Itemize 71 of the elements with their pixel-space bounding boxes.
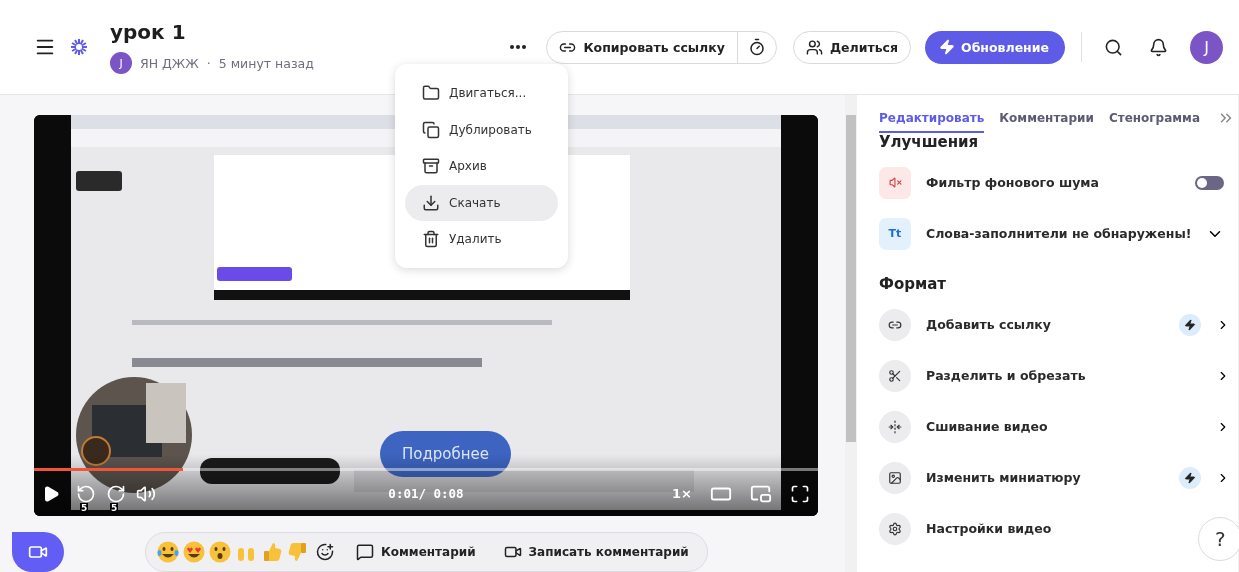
play-button[interactable] [42, 484, 60, 503]
skip-seconds: 5 [80, 502, 89, 513]
fullscreen-icon [790, 483, 810, 504]
record-button[interactable] [12, 532, 64, 572]
toggle-switch[interactable] [1195, 175, 1225, 190]
sidebar-tab[interactable]: Комментарии [999, 107, 1094, 133]
help-button[interactable]: ? [1198, 517, 1239, 561]
item-label[interactable]: Слова-заполнители не обнаружены! [926, 226, 1192, 241]
item-label[interactable]: Разделить и обрезать [926, 368, 1086, 383]
people-icon [805, 38, 823, 56]
volume-button[interactable] [136, 483, 156, 504]
author-name: ЯН ДЖЖ [140, 55, 199, 71]
trash-icon [422, 230, 440, 249]
folder-icon [422, 84, 440, 103]
item-label[interactable]: Настройки видео [926, 521, 1052, 536]
author-avatar: J [110, 52, 132, 74]
scrollbar[interactable] [845, 95, 857, 572]
section-title: Улучшения [879, 133, 980, 151]
playback-time: 0:01/ 0:08 [388, 486, 464, 501]
menu-item[interactable]: Дублировать [405, 111, 558, 148]
progress-track[interactable] [34, 468, 818, 471]
mute-icon [879, 166, 911, 199]
surprised-emoji-icon[interactable] [208, 540, 232, 564]
comment-button[interactable]: Комментарий [352, 541, 480, 563]
add-emoji-icon [316, 543, 334, 561]
upgrade-button[interactable]: Обновление [925, 30, 1065, 64]
stopwatch-icon [747, 38, 766, 56]
section-title: Формат [879, 275, 947, 293]
forward-button[interactable]: 5 [106, 483, 126, 513]
heart-eyes-emoji-icon[interactable] [182, 540, 206, 564]
sidebar-tab[interactable]: Стенограмма [1108, 107, 1200, 133]
sidebar-tab[interactable]: Редактировать [879, 107, 985, 133]
link-icon [879, 308, 911, 341]
rewind-button[interactable]: 5 [76, 483, 96, 513]
settings-icon [879, 512, 911, 545]
copy-link-button[interactable]: Копировать ссылку [547, 31, 737, 63]
rewind-icon [76, 483, 96, 504]
skip-seconds: 5 [110, 502, 119, 513]
timestamp: 5 минут назад [218, 55, 314, 71]
fullscreen-button[interactable] [790, 483, 810, 504]
menu-item[interactable]: Архив [405, 148, 558, 185]
item-label[interactable]: Сшивание видео [926, 419, 1048, 434]
menu-item[interactable]: Двигаться... [405, 75, 558, 112]
archive-icon [422, 157, 440, 176]
download-icon [422, 193, 440, 212]
menu-item[interactable]: Скачать [405, 184, 558, 221]
item-label[interactable]: Изменить миниатюру [926, 470, 1081, 485]
menu-item[interactable]: Удалить [405, 221, 558, 258]
text-icon: Tt [879, 217, 911, 250]
copy-icon [422, 120, 440, 139]
logo-icon[interactable] [70, 38, 88, 56]
forward-icon [106, 483, 126, 504]
share-button[interactable]: Делиться [792, 30, 911, 64]
stitch-icon [879, 410, 911, 443]
lightning-icon [939, 39, 955, 55]
volume-icon [136, 483, 156, 504]
speech-bubble-icon [356, 543, 374, 561]
scissors-icon [879, 359, 911, 392]
user-avatar[interactable]: J [1190, 30, 1223, 64]
video-title: урок 1 [110, 20, 187, 44]
item-label[interactable]: Фильтр фонового шума [926, 175, 1100, 190]
bell-icon [1149, 37, 1168, 57]
learn-more-button[interactable]: Подробнее [380, 431, 512, 477]
separator-dot: · [206, 55, 211, 71]
search-icon [1104, 37, 1123, 57]
more-icon [510, 45, 527, 49]
laughing-emoji-icon[interactable] [156, 540, 180, 564]
image-icon [879, 461, 911, 494]
item-label[interactable]: Добавить ссылку [926, 317, 1051, 332]
play-icon [42, 484, 60, 503]
record-comment-button[interactable]: Записать комментарий [499, 541, 693, 563]
